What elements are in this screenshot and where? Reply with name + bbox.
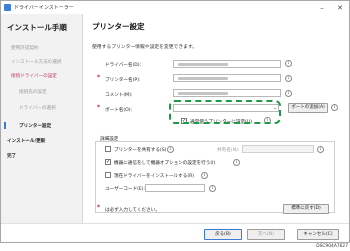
- close-icon[interactable]: ✕: [331, 1, 349, 14]
- sidebar-item-install-method: インストール方法の選択: [11, 60, 62, 65]
- current-step-marker: [4, 122, 6, 129]
- required-mark: *: [97, 74, 101, 81]
- installer-window: ドライバーインストーラー – ✕ インストール手順 使用許諾契約 インストール方…: [0, 0, 350, 243]
- user-code-input[interactable]: [145, 184, 205, 192]
- printer-name-label: プリンター名(P):: [105, 78, 141, 83]
- back-button[interactable]: 戻る(B): [204, 229, 242, 240]
- title-bar: ドライバーインストーラー – ✕: [1, 1, 349, 14]
- info-icon[interactable]: i: [209, 185, 216, 192]
- auto-config-label: 機器に通信をして機器オプションの設定を行う(I): [114, 161, 216, 166]
- info-icon[interactable]: i: [285, 75, 292, 82]
- restore-default-button[interactable]: 標準に戻す(D): [283, 204, 329, 214]
- share-name-input[interactable]: [242, 145, 314, 153]
- figure-id: DSC904A7627: [316, 244, 348, 249]
- add-port-button[interactable]: ポートの追加(A): [288, 103, 328, 113]
- comment-input[interactable]: [173, 89, 281, 97]
- cancel-button[interactable]: キャンセル(C): [297, 229, 339, 240]
- next-button[interactable]: 次へ(N): [247, 229, 285, 240]
- share-name-label: 共有名(N):: [217, 148, 240, 153]
- info-icon[interactable]: i: [167, 146, 174, 153]
- driver-name-field: [173, 60, 281, 68]
- update-driver-checkbox[interactable]: [105, 172, 111, 178]
- info-icon[interactable]: i: [317, 146, 324, 153]
- required-mark: *: [97, 104, 101, 111]
- minimize-icon[interactable]: –: [313, 1, 331, 14]
- sidebar-item-complete: 完了: [7, 154, 17, 159]
- info-icon[interactable]: i: [285, 90, 292, 97]
- steps-sidebar: インストール手順 使用許諾契約 インストール方法の選択 接続ドライバーの設定 接…: [1, 14, 83, 242]
- update-driver-label: 現在ドライバーをインストールする(R): [114, 174, 195, 179]
- port-highlight-callout: [169, 100, 281, 124]
- sidebar-item-license: 使用許諾契約: [11, 46, 39, 51]
- app-icon: [4, 4, 11, 11]
- sidebar-item-install-update: インストール/更新: [7, 139, 46, 144]
- share-printer-label: プリンターを共有する(S): [114, 148, 167, 153]
- window-title: ドライバーインストーラー: [14, 5, 74, 11]
- sidebar-item-printer-setting: プリンター設定: [19, 124, 52, 129]
- required-mark: *: [97, 204, 101, 211]
- required-note: は必ず入力してください。: [105, 208, 160, 213]
- info-icon[interactable]: i: [285, 60, 292, 67]
- share-printer-checkbox[interactable]: [105, 146, 111, 152]
- info-icon[interactable]: i: [331, 104, 338, 111]
- comment-label: コメント(M):: [105, 93, 133, 98]
- user-code-label: ユーザーコード(E):: [105, 187, 146, 192]
- footer-bar: 戻る(B) 次へ(N) キャンセル(C): [1, 223, 349, 242]
- info-icon[interactable]: i: [201, 172, 208, 179]
- driver-name-label: ドライバー名(D):: [105, 63, 142, 68]
- printer-name-input[interactable]: [173, 74, 281, 82]
- sidebar-item-driver-setting: 接続ドライバーの設定: [11, 74, 57, 79]
- sidebar-title: インストール手順: [7, 23, 67, 32]
- port-label: ポート名(O):: [105, 108, 133, 113]
- page-title: プリンター設定: [92, 22, 145, 31]
- page-description: 使用するプリンター情報や設定を変更できます。: [92, 45, 198, 50]
- sidebar-item-destination: 接続先の設定: [19, 90, 47, 95]
- info-icon[interactable]: i: [233, 159, 240, 166]
- auto-config-checkbox[interactable]: ✓: [105, 159, 111, 165]
- sidebar-item-driver-select: ドライバーの選択: [19, 106, 56, 111]
